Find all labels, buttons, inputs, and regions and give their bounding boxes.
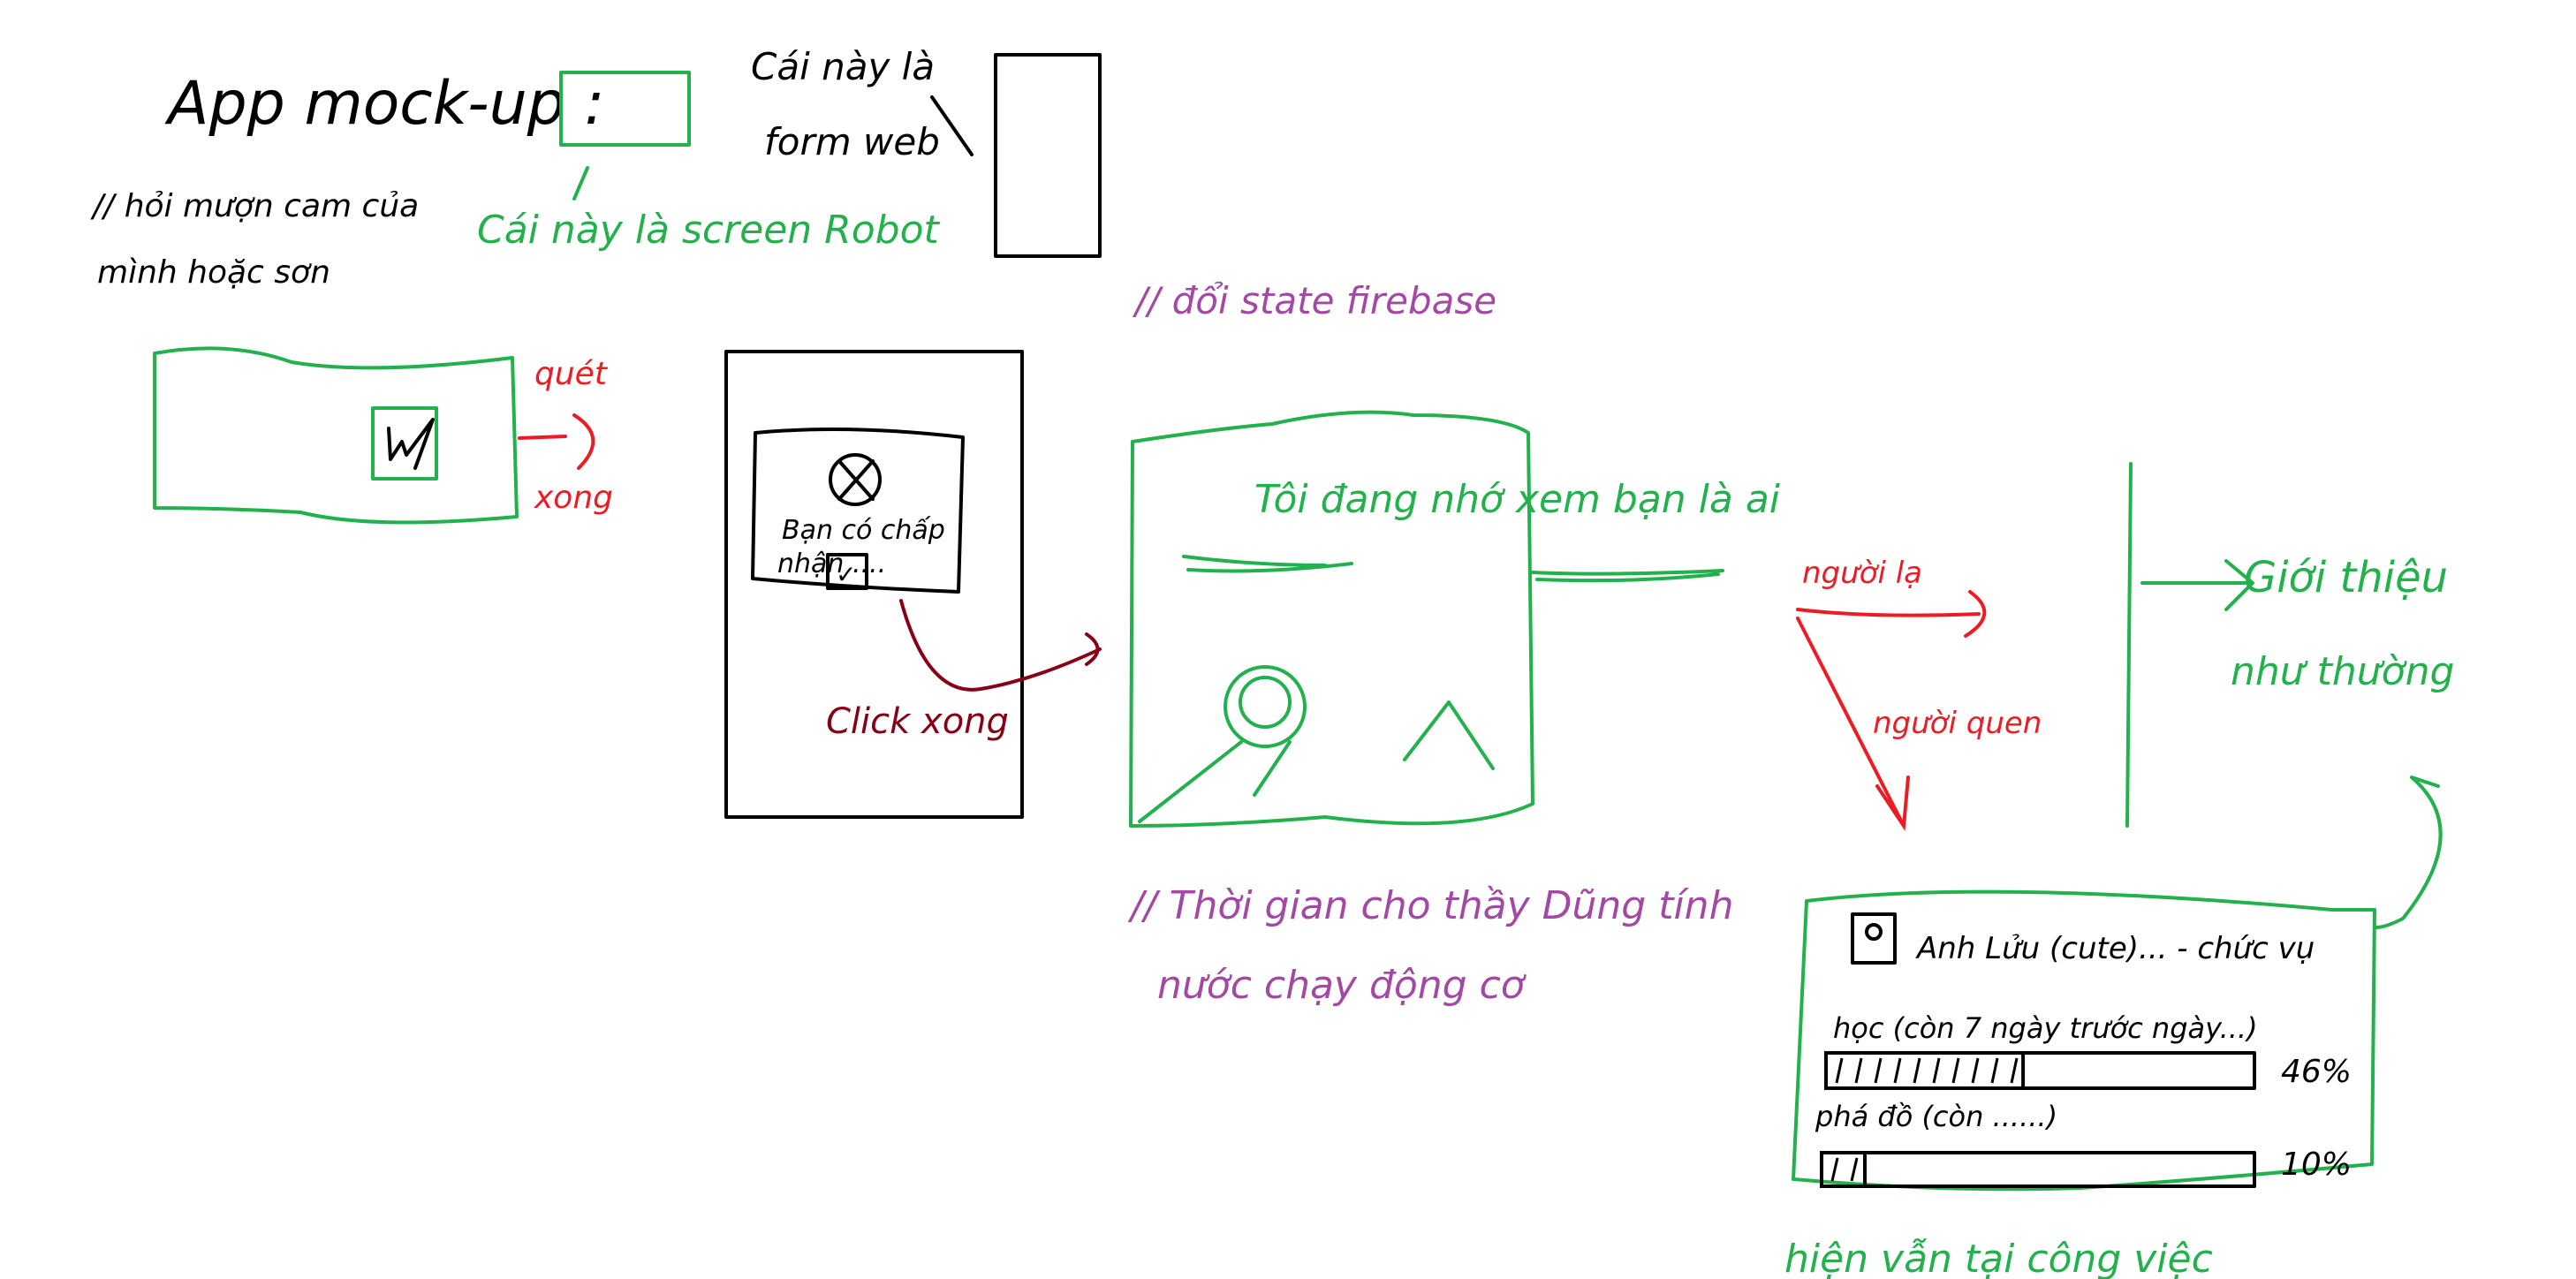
progress-hatch [2010, 1057, 2019, 1084]
task-progress-bar-1 [1824, 1051, 2256, 1090]
robot-label: Cái này là screen Robot [477, 208, 941, 253]
qr-scribble-icon [387, 418, 435, 470]
qr-frame [371, 406, 438, 481]
progress-hatch [1913, 1057, 1921, 1084]
progress-hatch [1932, 1057, 1941, 1084]
intro-screen-edge [2125, 462, 2133, 828]
progress-hatch [1951, 1057, 1960, 1084]
face-camera-stand [1138, 740, 1292, 823]
known-label: người quen [1873, 706, 2042, 741]
web-label-line2: form web [764, 120, 940, 163]
scan-label: quét [534, 356, 609, 392]
intro-arrow [2140, 559, 2254, 611]
avatar-head [1865, 923, 1883, 941]
scribble-line-left [1182, 555, 1353, 573]
progress-hatch [1835, 1057, 1844, 1084]
intro-line2: như thường [2231, 649, 2454, 694]
firebase-note: // đổi state firebase [1132, 279, 1496, 322]
scan-arrow [518, 435, 567, 440]
phone-sketch [724, 350, 1024, 819]
face-camera-lens [1239, 676, 1292, 729]
avatar-x-mark [837, 459, 875, 501]
recognition-text: Tôi đang nhớ xem bạn là ai [1254, 477, 1781, 522]
borrow-note-line2: mình hoặc sơn [97, 254, 330, 291]
scribble-line-right [1531, 569, 1724, 583]
click-done-label: Click xong [826, 701, 1009, 742]
progress-hatch [1971, 1057, 1980, 1084]
mountain-icon [1403, 700, 1495, 770]
mockup-title: App mock-up : [164, 69, 604, 139]
borrow-note-line1: // hỏi mượn cam của [90, 188, 419, 224]
time-note-line2: nước chạy động cơ [1157, 963, 1527, 1008]
click-arrowhead [1085, 632, 1100, 666]
progress-hatch [1874, 1057, 1883, 1084]
return-arrow [2375, 776, 2443, 929]
profile-footer-note: hiện vẫn tại công việc [1784, 1237, 2213, 1279]
scan-arrowhead [572, 413, 595, 470]
task-label-2: phá đồ (còn ......) [1815, 1100, 2057, 1133]
progress-hatch [1990, 1057, 1999, 1084]
task-label-1: học (còn 7 ngày trước ngày...) [1833, 1011, 2258, 1045]
profile-name: Anh Lửu (cute)... - chức vụ [1915, 931, 2315, 966]
scan-done-label: xong [534, 480, 613, 516]
stranger-arrow [1796, 608, 1981, 617]
recognition-screen [1129, 410, 1534, 828]
progress-hatch [1854, 1057, 1863, 1084]
web-form-sketch [994, 53, 1102, 258]
intro-line1: Giới thiệu [2244, 553, 2448, 602]
progress-hatch [1850, 1157, 1859, 1182]
robot-pointer-line [572, 166, 589, 201]
whiteboard-sketch: App mock-up : Cái này là screen Robot Cá… [90, 45, 2454, 1279]
time-note-line1: // Thời gian cho thầy Dũng tính [1127, 883, 1733, 928]
dialog-line1: Bạn có chấp [782, 515, 945, 546]
task-percent-1: 46% [2281, 1054, 2352, 1090]
progress-hatch [1830, 1157, 1839, 1182]
checkbox-check-icon: ✓ [836, 560, 856, 589]
stranger-label: người lạ [1802, 556, 1922, 591]
click-arrow [899, 599, 1102, 692]
task-percent-2: 10% [2281, 1147, 2352, 1183]
web-label-line1: Cái này là [751, 45, 935, 88]
robot-landscape-screen [153, 346, 519, 525]
progress-hatch [1893, 1057, 1902, 1084]
